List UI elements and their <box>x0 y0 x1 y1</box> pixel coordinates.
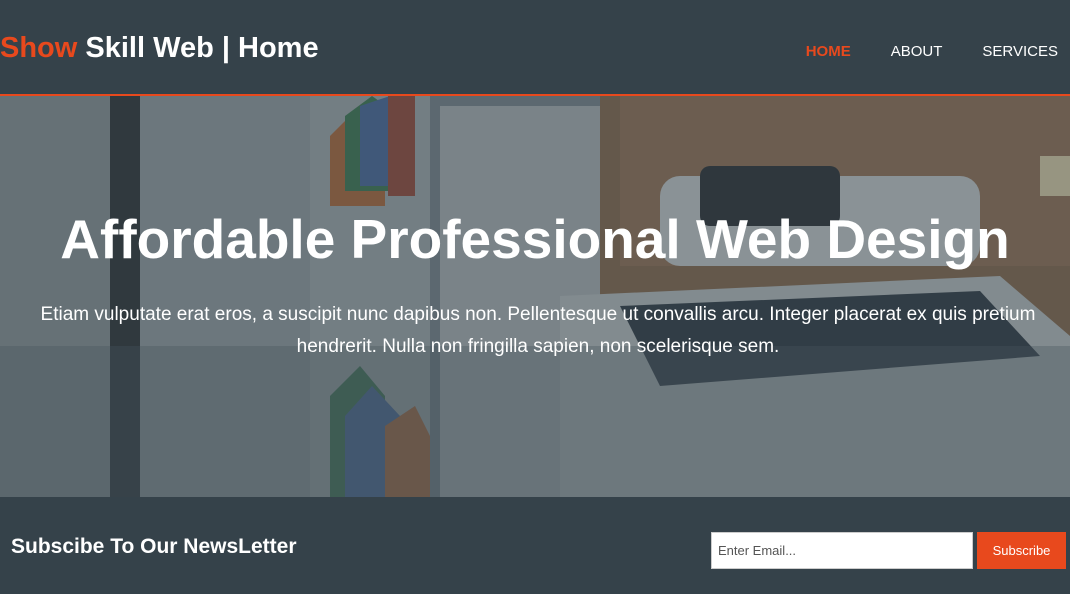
brand-highlight: Show <box>0 32 78 64</box>
hero-title: Affordable Professional Web Design <box>60 208 1010 270</box>
newsletter-section: Subscibe To Our NewsLetter Subscribe <box>0 497 1070 594</box>
email-input[interactable] <box>711 532 973 569</box>
site-header: Show Skill Web | Home HOME ABOUT SERVICE… <box>0 0 1070 96</box>
nav-link-about[interactable]: ABOUT <box>891 43 943 61</box>
nav-link-services[interactable]: SERVICES <box>982 43 1058 61</box>
main-nav: HOME ABOUT SERVICES <box>766 43 1058 61</box>
site-brand[interactable]: Show Skill Web | Home <box>0 31 319 65</box>
subscribe-button[interactable]: Subscribe <box>977 532 1066 569</box>
showcase-hero: Affordable Professional Web Design Etiam… <box>0 96 1070 497</box>
newsletter-heading: Subscibe To Our NewsLetter <box>11 535 297 558</box>
brand-title: Skill Web | Home <box>77 32 319 64</box>
nav-link-home[interactable]: HOME <box>806 43 851 61</box>
hero-overlay <box>0 96 1070 497</box>
hero-description: Etiam vulputate erat eros, a suscipit nu… <box>40 304 1036 357</box>
